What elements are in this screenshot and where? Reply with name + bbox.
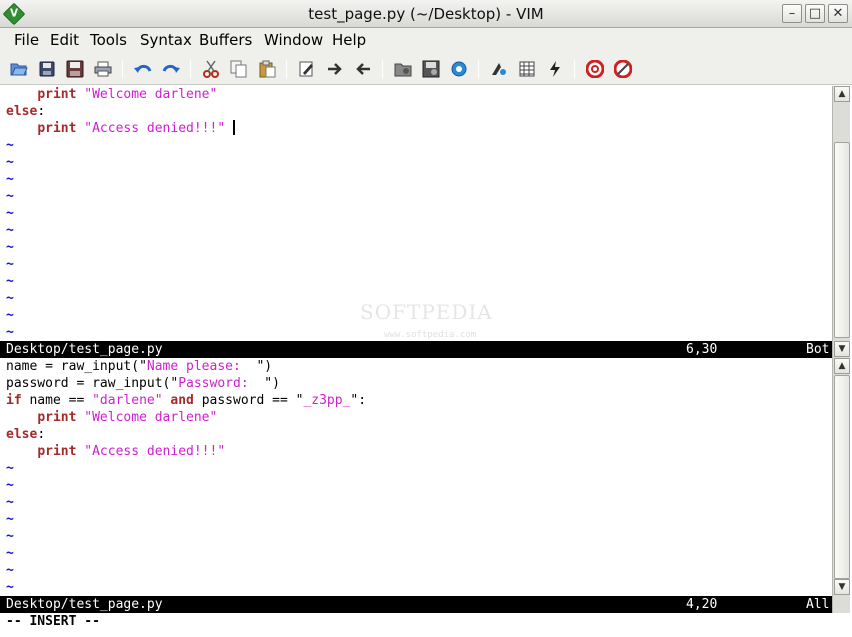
status-filename: Desktop/test_page.py: [6, 597, 163, 612]
menu-file[interactable]: File: [14, 31, 39, 49]
copy-icon[interactable]: [228, 58, 250, 80]
code-line: password = raw_input("Password: "): [6, 376, 280, 391]
toolbar: [0, 52, 852, 85]
menu-help[interactable]: Help: [332, 31, 366, 49]
undo-icon[interactable]: [132, 58, 154, 80]
window-title: test_page.py (~/Desktop) - VIM: [308, 5, 544, 23]
bottom-pane[interactable]: name = raw_input("Name please: ") passwo…: [6, 358, 830, 596]
tilde-line: ~: [6, 206, 14, 221]
minimize-button[interactable]: –: [782, 4, 802, 23]
find-next-icon[interactable]: [324, 58, 346, 80]
maximize-button[interactable]: □: [805, 4, 825, 23]
menu-syntax[interactable]: Syntax: [140, 31, 192, 49]
code-line: print "Welcome darlene": [37, 410, 218, 425]
watermark-url: www.softpedia.com: [384, 330, 477, 340]
tilde-line: ~: [6, 495, 14, 510]
menu-window[interactable]: Window: [264, 31, 323, 49]
code-line: print "Access denied!!!": [37, 444, 226, 459]
load-session-icon[interactable]: [392, 58, 414, 80]
tilde-line: ~: [6, 274, 14, 289]
find-prev-icon[interactable]: [352, 58, 374, 80]
status-cursor-position: 4,20: [686, 597, 718, 612]
tilde-line: ~: [6, 478, 14, 493]
top-scrollbar-thumb[interactable]: [834, 142, 850, 338]
tilde-line: ~: [6, 189, 14, 204]
build-tags-icon[interactable]: [516, 58, 538, 80]
code-line: else:: [6, 104, 46, 119]
top-scrollbar[interactable]: ▲ ▼: [832, 86, 850, 358]
command-line[interactable]: -- INSERT --: [6, 613, 100, 630]
save-icon[interactable]: [36, 58, 58, 80]
status-scroll-position: All: [806, 597, 830, 612]
tilde-line: ~: [6, 172, 14, 187]
menu-tools[interactable]: Tools: [90, 31, 127, 49]
tilde-line: ~: [6, 580, 14, 595]
status-filename: Desktop/test_page.py: [6, 342, 163, 357]
replace-icon[interactable]: [296, 58, 318, 80]
scroll-down-arrow-icon[interactable]: ▼: [834, 341, 850, 357]
redo-icon[interactable]: [160, 58, 182, 80]
tilde-line: ~: [6, 223, 14, 238]
menu-bar: File Edit Tools Syntax Buffers Window He…: [0, 28, 852, 52]
close-button[interactable]: ✕: [828, 4, 848, 23]
print-icon[interactable]: [92, 58, 114, 80]
code-line: print "Welcome darlene": [37, 87, 218, 102]
bottom-scrollbar[interactable]: ▲ ▼: [832, 358, 850, 613]
code-line: else:: [6, 427, 46, 442]
find-help-icon[interactable]: [612, 58, 634, 80]
tilde-line: ~: [6, 257, 14, 272]
text-cursor: [233, 120, 235, 135]
editor[interactable]: print "Welcome darlene" else: print "Acc…: [0, 86, 852, 637]
tilde-line: ~: [6, 529, 14, 544]
save-all-icon[interactable]: [64, 58, 86, 80]
scroll-up-arrow-icon[interactable]: ▲: [834, 86, 850, 102]
cut-icon[interactable]: [200, 58, 222, 80]
watermark-logo: SOFTPEDIA: [360, 300, 493, 324]
tilde-line: ~: [6, 138, 14, 153]
status-cursor-position: 6,30: [686, 342, 718, 357]
help-icon[interactable]: [584, 58, 606, 80]
tilde-line: ~: [6, 546, 14, 561]
open-icon[interactable]: [8, 58, 30, 80]
tilde-line: ~: [6, 240, 14, 255]
scroll-down-arrow-icon[interactable]: ▼: [834, 579, 850, 595]
status-scroll-position: Bot: [806, 342, 830, 357]
tilde-line: ~: [6, 563, 14, 578]
make-icon[interactable]: [488, 58, 510, 80]
bottom-status-bar[interactable]: Desktop/test_page.py 4,20 All: [0, 596, 832, 613]
top-status-bar[interactable]: Desktop/test_page.py 6,30 Bot: [0, 341, 832, 358]
tilde-line: ~: [6, 155, 14, 170]
code-line-current: print "Access denied!!!": [6, 120, 830, 137]
save-session-icon[interactable]: [420, 58, 442, 80]
paste-icon[interactable]: [256, 58, 278, 80]
tilde-line: ~: [6, 512, 14, 527]
jump-tag-icon[interactable]: [544, 58, 566, 80]
scroll-up-arrow-icon[interactable]: ▲: [834, 358, 850, 374]
title-bar: test_page.py (~/Desktop) - VIM – □ ✕: [0, 0, 852, 28]
code-line: name = raw_input("Name please: "): [6, 359, 273, 374]
code-line: if name == "darlene" and password == "_z…: [6, 393, 367, 408]
tilde-line: ~: [6, 461, 14, 476]
menu-edit[interactable]: Edit: [50, 31, 79, 49]
empty-line-markers: ~ ~ ~ ~ ~ ~ ~ ~: [6, 460, 830, 596]
menu-buffers[interactable]: Buffers: [199, 31, 252, 49]
run-script-icon[interactable]: [448, 58, 470, 80]
bottom-scrollbar-thumb[interactable]: [834, 375, 850, 579]
